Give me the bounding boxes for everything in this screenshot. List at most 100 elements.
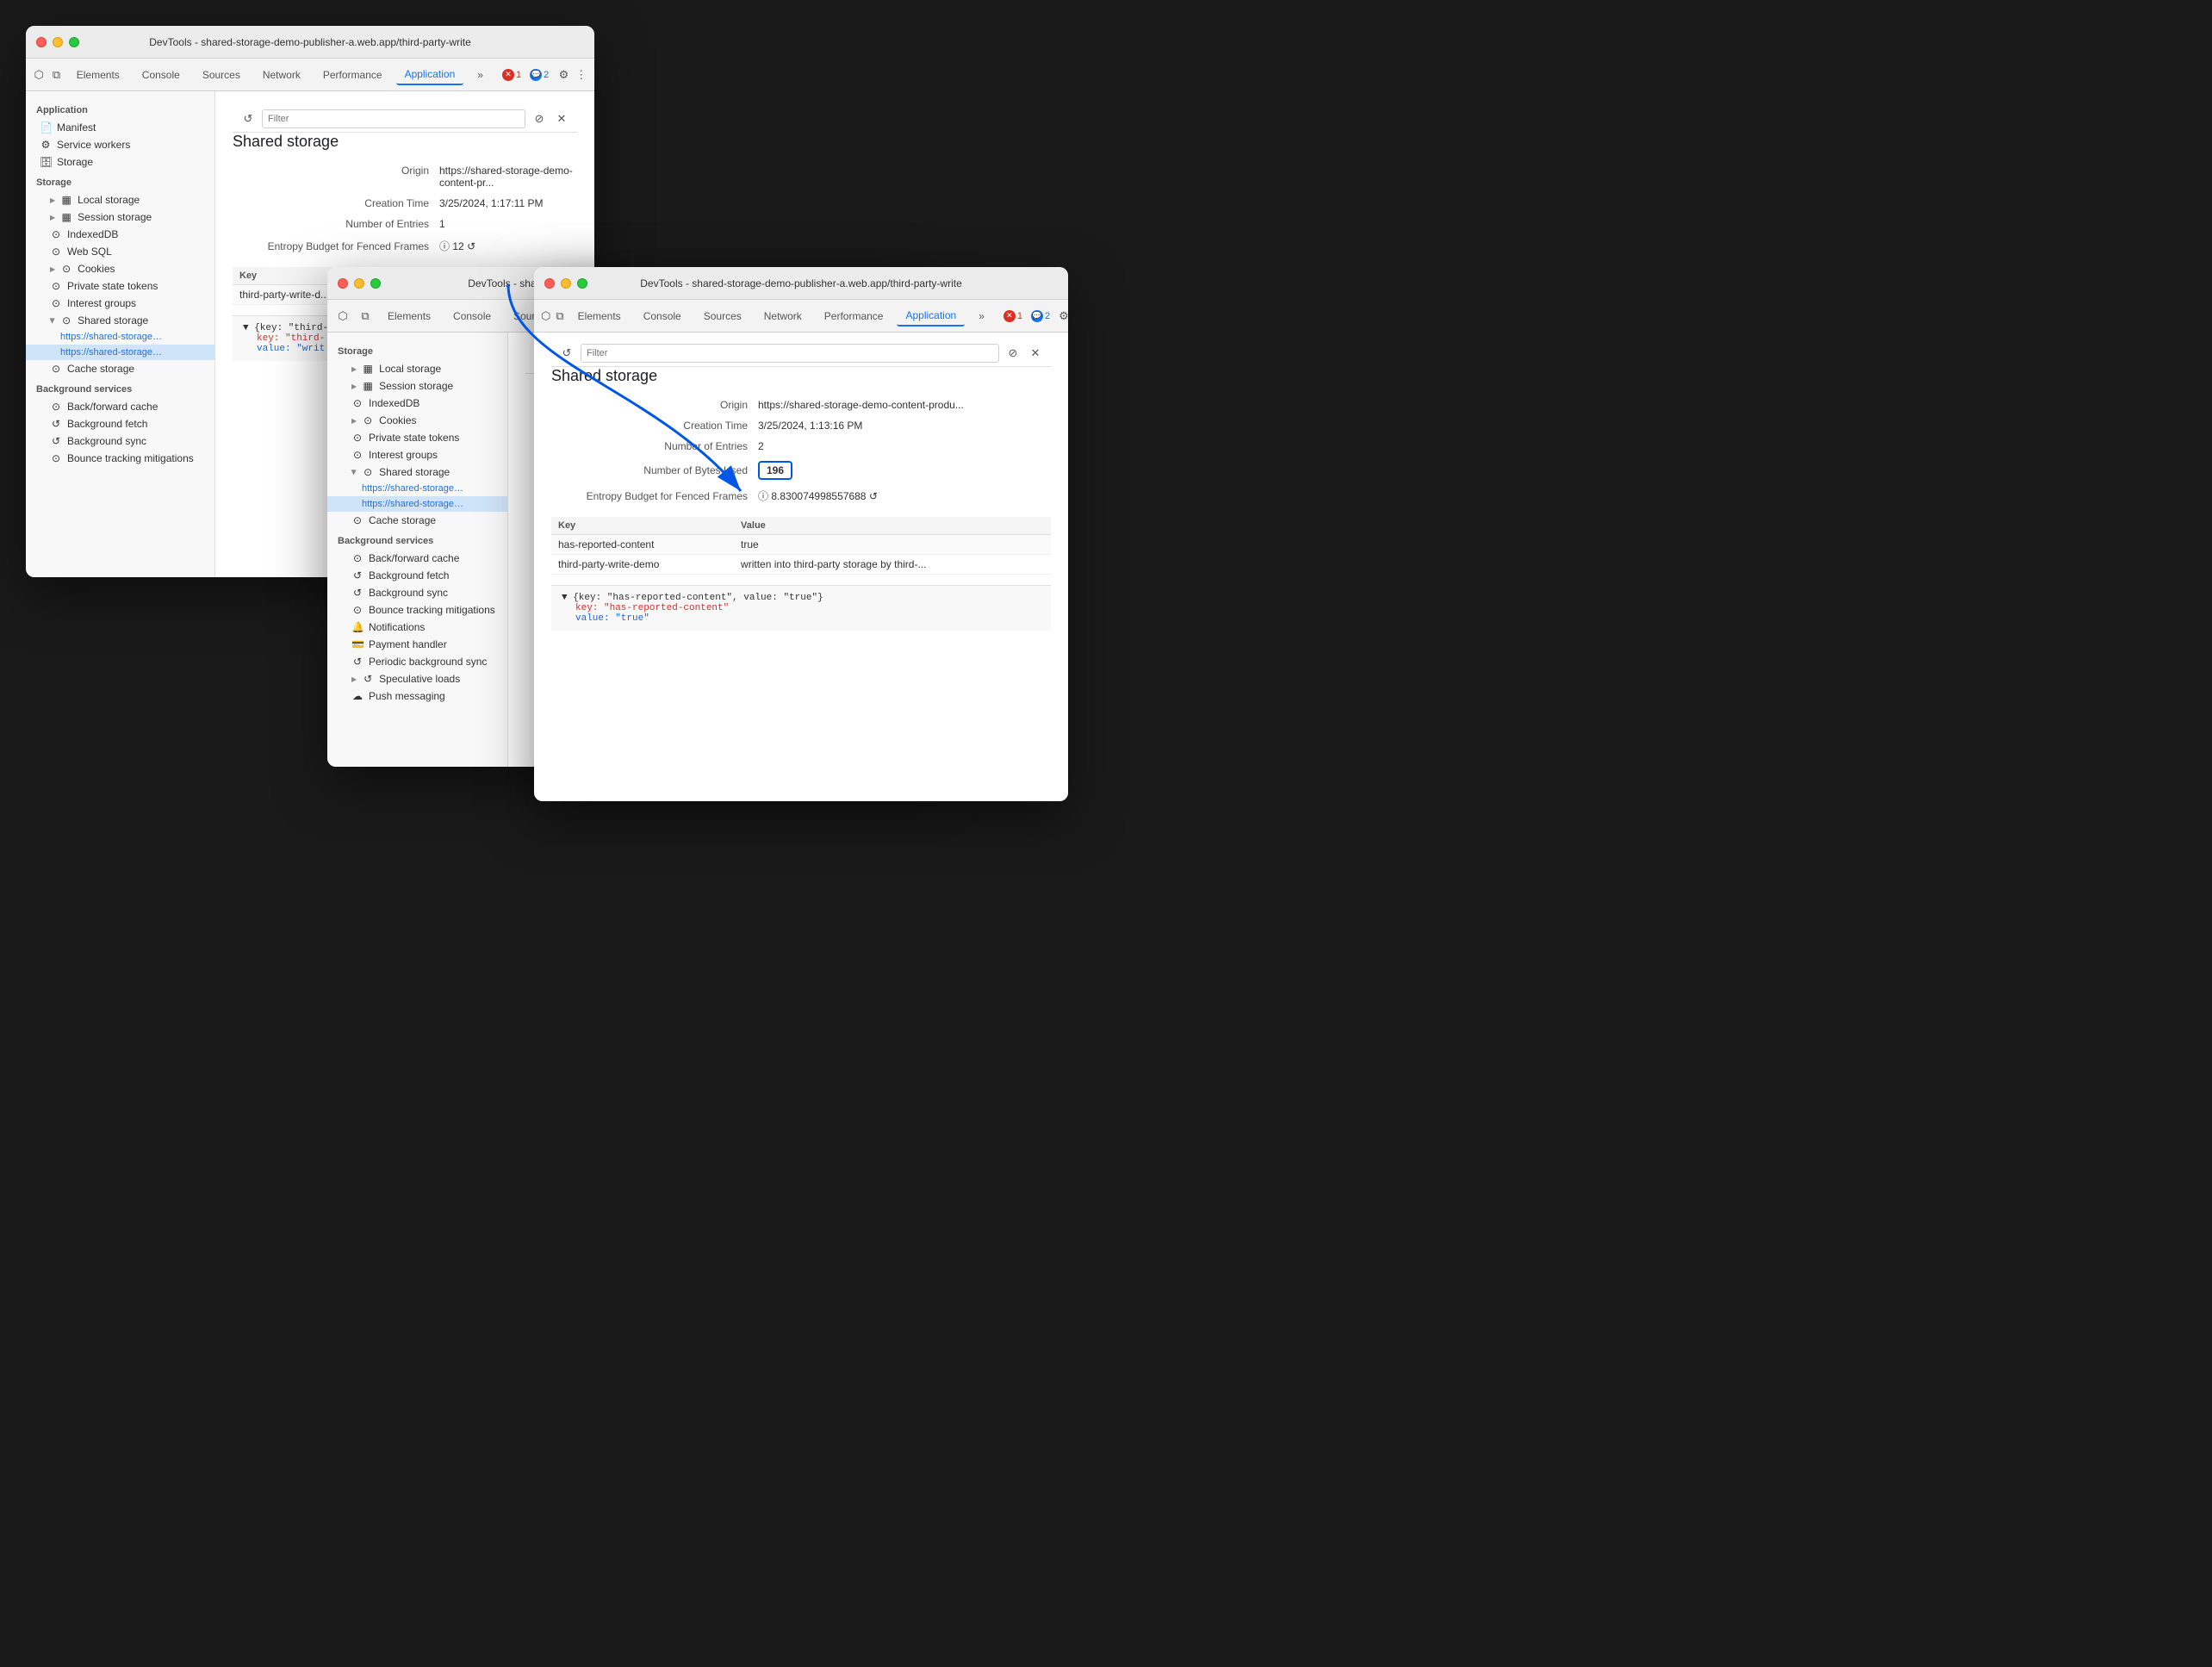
filter-input-back[interactable] [262, 109, 525, 128]
sidebar-storage-link-back[interactable]: 🗄 Storage [26, 153, 214, 171]
entropy-reset-icon[interactable]: ↺ [467, 240, 475, 252]
sidebar-cache-storage-mid[interactable]: ⊙ Cache storage [327, 512, 507, 529]
tab-console-front[interactable]: Console [635, 307, 690, 326]
tab-sources-front[interactable]: Sources [695, 307, 750, 326]
maximize-button-back[interactable] [69, 37, 79, 47]
reload-icon-back[interactable]: ↺ [239, 110, 257, 128]
sidebar-notifications-mid[interactable]: 🔔 Notifications [327, 619, 507, 636]
info-badge-front: 💬 2 [1031, 310, 1050, 322]
info-icon-front: 💬 [1031, 310, 1043, 322]
tab-application-front[interactable]: Application [897, 306, 965, 327]
num-entries-label-back: Number of Entries [233, 218, 439, 230]
clear-icon-front[interactable]: ⊘ [1004, 345, 1022, 362]
tab-more-front[interactable]: » [970, 307, 993, 326]
reload-icon-front[interactable]: ↺ [558, 345, 575, 362]
sidebar-private-state-back[interactable]: ⊙ Private state tokens [26, 277, 214, 295]
sidebar-shared-url2-back[interactable]: https://shared-storage-demo- [26, 345, 214, 360]
tab-console-mid[interactable]: Console [444, 307, 500, 326]
col-key-front: Key [551, 517, 734, 535]
sidebar-shared-url2-mid[interactable]: https://shared-storage-demo- [327, 496, 507, 512]
layers-icon-front[interactable]: ⧉ [556, 308, 563, 325]
tab-more-back[interactable]: » [469, 65, 492, 84]
sidebar-shared-url1-back[interactable]: https://shared-storage-demo- [26, 329, 214, 345]
close-button-back[interactable] [36, 37, 47, 47]
settings-icon-front[interactable]: ⚙ [1059, 308, 1068, 325]
sidebar-manifest-back[interactable]: 📄 Manifest [26, 119, 214, 136]
maximize-button-mid[interactable] [370, 278, 381, 289]
tab-elements-front[interactable]: Elements [569, 307, 630, 326]
sidebar-bg-fetch-mid[interactable]: ↺ Background fetch [327, 567, 507, 584]
settings-icon-back[interactable]: ⚙ [557, 66, 569, 84]
sidebar-private-state-mid[interactable]: ⊙ Private state tokens [327, 429, 507, 446]
num-bytes-row-front: Number of Bytes Used 196 [551, 461, 1051, 480]
bg-fetch-icon-mid: ↺ [351, 569, 363, 582]
sidebar-bg-fetch-back[interactable]: ↺ Background fetch [26, 415, 214, 432]
table-row-front-2[interactable]: third-party-write-demo written into thir… [551, 555, 1051, 575]
tab-performance-back[interactable]: Performance [314, 65, 391, 84]
close-icon-front[interactable]: ✕ [1027, 345, 1044, 362]
origin-row-front: Origin https://shared-storage-demo-conte… [551, 399, 1051, 411]
more-icon-back[interactable]: ⋮ [575, 66, 587, 84]
page-title-back: Shared storage [233, 133, 577, 151]
minimize-button-back[interactable] [53, 37, 63, 47]
minimize-button-mid[interactable] [354, 278, 364, 289]
sidebar-bf-cache-mid[interactable]: ⊙ Back/forward cache [327, 550, 507, 567]
json-line-front: ▼ {key: "has-reported-content", value: "… [562, 593, 1041, 603]
origin-value-front: https://shared-storage-demo-content-prod… [758, 399, 964, 411]
tab-network-back[interactable]: Network [254, 65, 309, 84]
tab-application-back[interactable]: Application [396, 65, 464, 85]
tab-console-back[interactable]: Console [134, 65, 189, 84]
tab-elements-mid[interactable]: Elements [379, 307, 439, 326]
tab-sources-back[interactable]: Sources [194, 65, 249, 84]
sidebar-cookies-mid[interactable]: ▶ ⊙ Cookies [327, 412, 507, 429]
sidebar-bg-sync-back[interactable]: ↺ Background sync [26, 432, 214, 450]
sidebar-bf-cache-back[interactable]: ⊙ Back/forward cache [26, 398, 214, 415]
sidebar-bounce-mid[interactable]: ⊙ Bounce tracking mitigations [327, 601, 507, 619]
triangle-icon: ▶ [351, 383, 357, 390]
table-row-front-1[interactable]: has-reported-content true [551, 535, 1051, 555]
pointer-icon-mid[interactable]: ⬡ [334, 308, 351, 325]
sidebar-periodic-sync-mid[interactable]: ↺ Periodic background sync [327, 653, 507, 670]
sidebar-local-storage-mid[interactable]: ▶ ▦ Local storage [327, 360, 507, 377]
sidebar-websql-back[interactable]: ⊙ Web SQL [26, 243, 214, 260]
num-entries-value-front: 2 [758, 440, 764, 452]
close-button-mid[interactable] [338, 278, 348, 289]
layers-icon-mid[interactable]: ⧉ [357, 308, 374, 325]
sidebar-interest-groups-mid[interactable]: ⊙ Interest groups [327, 446, 507, 463]
tab-performance-front[interactable]: Performance [816, 307, 892, 326]
pointer-icon-front[interactable]: ⬡ [541, 308, 550, 325]
sidebar-shared-url1-mid[interactable]: https://shared-storage-demo- [327, 481, 507, 496]
error-icon: ✕ [502, 69, 514, 81]
creation-time-row-back: Creation Time 3/25/2024, 1:17:11 PM [233, 197, 577, 209]
close-button-front[interactable] [544, 278, 555, 289]
sidebar-speculative-mid[interactable]: ▶ ↺ Speculative loads [327, 670, 507, 687]
minimize-button-front[interactable] [561, 278, 571, 289]
sidebar-cache-storage-back[interactable]: ⊙ Cache storage [26, 360, 214, 377]
tab-elements-back[interactable]: Elements [68, 65, 128, 84]
sidebar-push-mid[interactable]: ☁ Push messaging [327, 687, 507, 705]
sidebar-shared-storage-mid[interactable]: ▶ ⊙ Shared storage [327, 463, 507, 481]
close-icon-back[interactable]: ✕ [553, 110, 570, 128]
cell-value-front-2: written into third-party storage by thir… [734, 555, 1051, 575]
filter-input-front[interactable] [581, 344, 999, 363]
bounce-icon-back: ⊙ [50, 452, 62, 464]
sidebar-session-storage-mid[interactable]: ▶ ▦ Session storage [327, 377, 507, 395]
sidebar-interest-groups-back[interactable]: ⊙ Interest groups [26, 295, 214, 312]
sidebar-indexeddb-back[interactable]: ⊙ IndexedDB [26, 226, 214, 243]
triangle-icon: ▶ [351, 417, 357, 425]
sidebar-session-storage-back[interactable]: ▶ ▦ Session storage [26, 208, 214, 226]
maximize-button-front[interactable] [577, 278, 587, 289]
sidebar-bg-sync-mid[interactable]: ↺ Background sync [327, 584, 507, 601]
entropy-reset-icon-front[interactable]: ↺ [869, 490, 878, 502]
sidebar-local-storage-back[interactable]: ▶ ▦ Local storage [26, 191, 214, 208]
sidebar-cookies-back[interactable]: ▶ ⊙ Cookies [26, 260, 214, 277]
clear-icon-back[interactable]: ⊘ [531, 110, 548, 128]
sidebar-payment-mid[interactable]: 💳 Payment handler [327, 636, 507, 653]
sidebar-indexeddb-mid[interactable]: ⊙ IndexedDB [327, 395, 507, 412]
pointer-icon[interactable]: ⬡ [33, 66, 45, 84]
sidebar-service-workers-back[interactable]: ⚙ Service workers [26, 136, 214, 153]
tab-network-front[interactable]: Network [755, 307, 811, 326]
sidebar-bounce-back[interactable]: ⊙ Bounce tracking mitigations [26, 450, 214, 467]
layers-icon[interactable]: ⧉ [50, 66, 62, 84]
sidebar-shared-storage-back[interactable]: ▶ ⊙ Shared storage [26, 312, 214, 329]
